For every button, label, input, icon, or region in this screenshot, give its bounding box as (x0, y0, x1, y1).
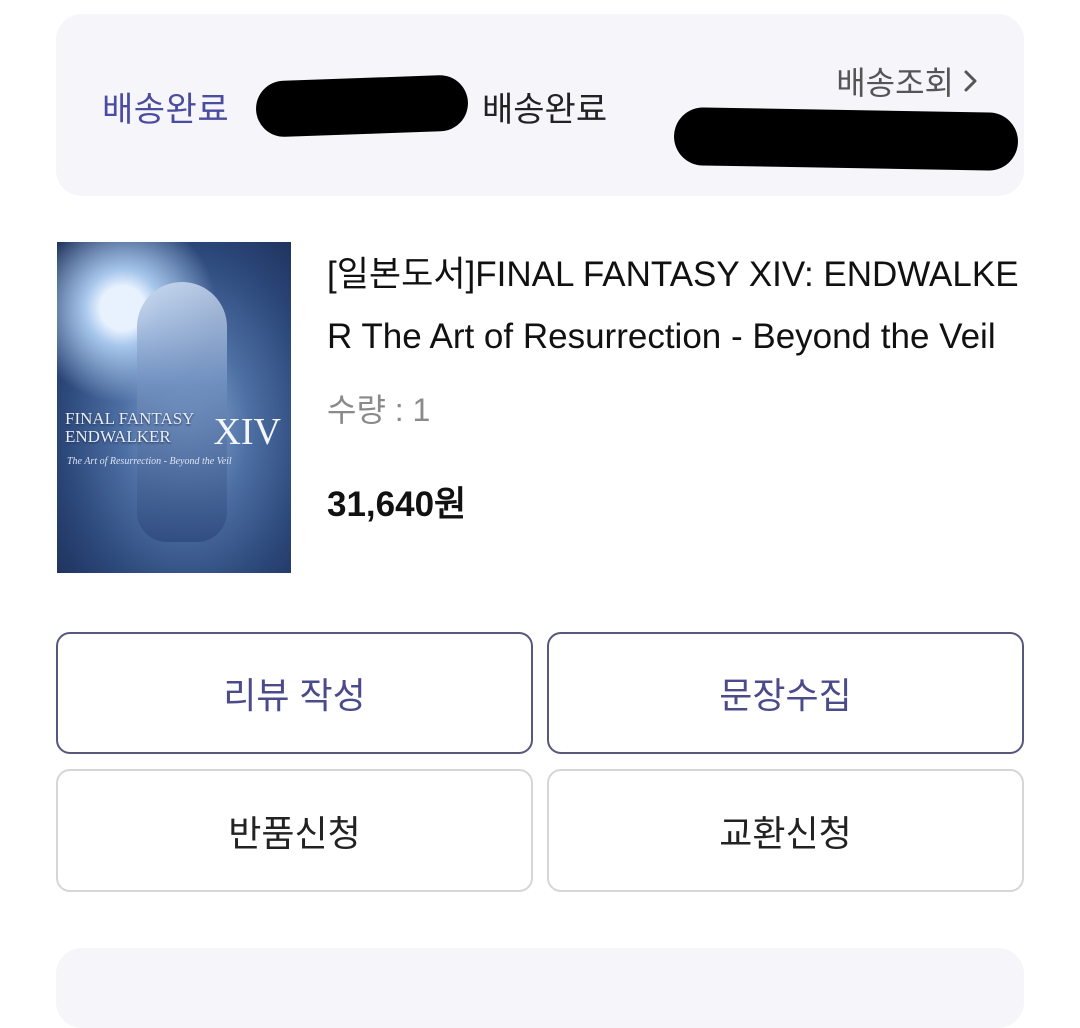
cover-subtitle: The Art of Resurrection - Beyond the Vei… (67, 456, 232, 467)
collect-quote-button[interactable]: 문장수집 (547, 632, 1024, 754)
track-delivery-label: 배송조회 (836, 65, 954, 101)
next-section-card (56, 948, 1024, 1028)
product-quantity: 수량 : 1 (327, 392, 431, 428)
delivery-status-label: 배송완료 (102, 91, 230, 129)
redacted-tracking-info (673, 107, 1019, 171)
track-delivery-link[interactable]: 배송조회 (836, 58, 980, 104)
request-return-button[interactable]: 반품신청 (56, 769, 533, 892)
cover-numeral: XIV (213, 411, 281, 453)
product-title[interactable]: [일본도서]FINAL FANTASY XIV: ENDWALKER The A… (327, 244, 1027, 368)
order-status-card: 배송완료 배송완료 배송조회 (56, 14, 1024, 196)
delivery-status-text: 배송완료 (482, 91, 608, 129)
product-price: 31,640원 (327, 485, 467, 524)
write-review-button[interactable]: 리뷰 작성 (56, 632, 533, 754)
chevron-right-icon (964, 70, 977, 92)
request-exchange-button[interactable]: 교환신청 (547, 769, 1024, 892)
product-cover-image[interactable]: FINAL FANTASY ENDWALKER XIV The Art of R… (57, 242, 291, 573)
redacted-date (255, 74, 469, 138)
